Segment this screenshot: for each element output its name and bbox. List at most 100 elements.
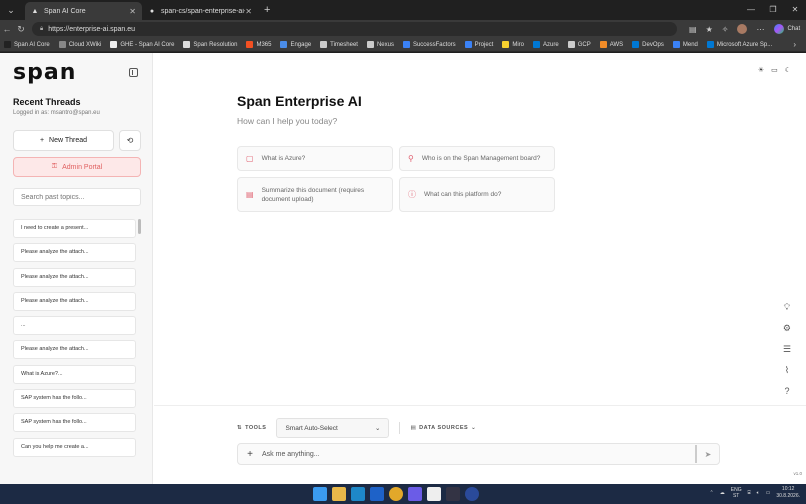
bookmark-item[interactable]: AWS bbox=[599, 41, 623, 48]
favorite-icon[interactable]: ★ bbox=[706, 25, 713, 34]
collapse-sidebar-icon[interactable] bbox=[129, 68, 138, 77]
back-icon[interactable]: ← bbox=[0, 24, 14, 34]
sidebar-scrollbar[interactable] bbox=[138, 219, 141, 234]
close-tab-icon[interactable]: ✕ bbox=[129, 7, 136, 16]
bookmark-favicon-icon bbox=[632, 41, 640, 48]
more-bookmarks-icon[interactable]: › bbox=[793, 40, 796, 49]
new-tab-icon[interactable]: + bbox=[264, 4, 270, 16]
app-b-icon[interactable] bbox=[446, 487, 460, 501]
suggestion-card[interactable]: ⓘ What can this platform do? bbox=[399, 177, 555, 212]
network-icon[interactable]: ⌸ bbox=[748, 490, 751, 496]
chat-input-placeholder[interactable]: Ask me anything... bbox=[262, 451, 695, 458]
bookmark-item[interactable]: GHE - Span AI Core bbox=[110, 41, 174, 48]
app-c-icon[interactable] bbox=[465, 487, 479, 501]
data-sources-button[interactable]: ▤ DATA SOURCES ⌄ bbox=[410, 425, 476, 431]
sliders-icon[interactable]: ☰ bbox=[783, 343, 791, 355]
bookmark-item[interactable]: Mend bbox=[672, 41, 698, 48]
suggestion-card[interactable]: ⚲ Who is on the Span Management board? bbox=[399, 146, 555, 171]
bookmark-item[interactable]: Span AI Core bbox=[4, 41, 50, 48]
attach-plus-icon[interactable]: + bbox=[238, 449, 262, 460]
dark-theme-icon[interactable]: ☾ bbox=[785, 66, 791, 74]
clock[interactable]: 10:12 30.8.2026. bbox=[776, 486, 800, 500]
bookmark-item[interactable]: Project bbox=[464, 41, 493, 48]
bookmark-item[interactable]: DevOps bbox=[632, 41, 664, 48]
suggestion-card[interactable]: ▢ What is Azure? bbox=[237, 146, 393, 171]
bookmark-item[interactable]: Microsoft Azure Sp... bbox=[706, 41, 772, 48]
refresh-icon[interactable]: ↻ bbox=[14, 24, 28, 35]
tab-label: span-cs/span-enterprise-ai-core bbox=[161, 7, 246, 15]
thread-item[interactable]: SAP system has the follo... bbox=[13, 389, 136, 409]
bookmark-item[interactable]: Timesheet bbox=[320, 41, 358, 48]
tab-actions-icon[interactable]: ⌄ bbox=[3, 2, 19, 18]
onedrive-icon[interactable]: ☁ bbox=[720, 490, 725, 496]
thread-item[interactable]: Can you help me create a... bbox=[13, 437, 136, 457]
extensions-icon[interactable]: ✧ bbox=[722, 25, 729, 34]
send-icon[interactable]: ➤ bbox=[697, 450, 719, 459]
app-a-icon[interactable] bbox=[427, 487, 441, 501]
bookmark-favicon-icon bbox=[246, 41, 254, 48]
os-taskbar: ⌃ ☁ ENG ST ⌸ 🔈︎ ▭ 10:12 30.8.2026. bbox=[0, 484, 806, 504]
thread-item[interactable]: What is Azure?... bbox=[13, 364, 136, 384]
chat-input-box[interactable]: + Ask me anything... ➤ bbox=[237, 443, 720, 465]
thread-item[interactable]: Please analyze the attach... bbox=[13, 340, 136, 360]
thread-item[interactable]: I need to create a present... bbox=[13, 219, 136, 238]
bookmark-favicon-icon bbox=[4, 41, 11, 48]
admin-portal-button[interactable]: ⚿ Admin Portal bbox=[13, 157, 141, 177]
bookmark-favicon-icon bbox=[366, 41, 374, 48]
search-topics-input[interactable] bbox=[13, 188, 141, 206]
outlook-icon[interactable] bbox=[370, 487, 384, 501]
chrome-icon[interactable] bbox=[389, 487, 403, 501]
model-select[interactable]: Smart Auto-Select ⌄ bbox=[276, 418, 390, 438]
thread-item[interactable]: SAP system has the follo... bbox=[13, 413, 136, 433]
thread-item[interactable]: Please analyze the attach... bbox=[13, 243, 136, 263]
bookmark-item[interactable]: GCP bbox=[567, 41, 591, 48]
system-theme-icon[interactable]: ▭ bbox=[771, 66, 778, 74]
browser-tab-active[interactable]: ▲ Span AI Core ✕ bbox=[25, 2, 142, 20]
lightbulb-icon[interactable]: 💡︎ bbox=[783, 301, 791, 313]
volume-icon[interactable]: 🔈︎ bbox=[757, 490, 760, 496]
tray-chevron-icon[interactable]: ⌃ bbox=[710, 490, 714, 496]
page-subtitle: How can I help you today? bbox=[237, 116, 338, 126]
url-field[interactable]: 🔒︎ https://enterprise-ai.span.eu bbox=[32, 22, 677, 36]
file-explorer-icon[interactable] bbox=[332, 487, 346, 501]
profile-avatar[interactable] bbox=[737, 24, 748, 34]
bookmark-item[interactable]: Cloud XWiki bbox=[58, 41, 101, 48]
tools-button[interactable]: ⇅ TOOLS bbox=[237, 425, 266, 431]
bookmark-item[interactable]: Engage bbox=[280, 41, 311, 48]
bookmark-item[interactable]: Span Resolution bbox=[183, 41, 237, 48]
start-icon[interactable] bbox=[313, 487, 327, 501]
suggestion-card[interactable]: ▤ Summarize this document (requires docu… bbox=[237, 177, 393, 212]
settings-icon[interactable]: ⚙ bbox=[783, 322, 791, 334]
bookmark-item[interactable]: Azure bbox=[533, 41, 559, 48]
thread-item[interactable]: ... bbox=[13, 316, 136, 336]
chevron-down-icon: ⌄ bbox=[471, 425, 477, 431]
thread-item[interactable]: Please analyze the attach... bbox=[13, 291, 136, 311]
main-panel: ☀ ▭ ☾ Span Enterprise AI How can I help … bbox=[154, 53, 806, 484]
teams-icon[interactable] bbox=[408, 487, 422, 501]
bookmark-item[interactable]: M365 bbox=[246, 41, 271, 48]
more-icon[interactable]: ⋯ bbox=[756, 25, 764, 34]
minimize-icon[interactable]: — bbox=[740, 0, 762, 20]
bookmark-item[interactable]: SuccessFactors bbox=[402, 41, 456, 48]
battery-icon[interactable]: ▭ bbox=[766, 490, 771, 496]
bookmarks-bar: Span AI Core Cloud XWiki GHE - Span AI Cor… bbox=[0, 38, 806, 52]
bookmark-item[interactable]: Nexus bbox=[366, 41, 394, 48]
bookmark-label: GHE - Span AI Core bbox=[120, 41, 175, 48]
bookmark-label: Miro bbox=[512, 41, 525, 48]
copilot-button[interactable]: Chat bbox=[774, 24, 800, 34]
new-thread-button[interactable]: + New Thread bbox=[13, 130, 114, 151]
language-indicator[interactable]: ENG ST bbox=[731, 487, 742, 499]
bookmark-favicon-icon bbox=[672, 41, 680, 48]
chart-icon[interactable]: ⌇ bbox=[783, 364, 791, 376]
restore-icon[interactable]: ❐ bbox=[762, 0, 784, 20]
refresh-threads-button[interactable]: ⟲ bbox=[119, 130, 141, 151]
thread-item[interactable]: Please analyze the attach... bbox=[13, 267, 136, 287]
light-theme-icon[interactable]: ☀ bbox=[758, 66, 764, 74]
bookmark-item[interactable]: Miro bbox=[502, 41, 524, 48]
reader-icon[interactable]: ▤ bbox=[689, 25, 697, 34]
browser-tab[interactable]: ● span-cs/span-enterprise-ai-core ✕ bbox=[142, 2, 258, 20]
close-window-icon[interactable]: ✕ bbox=[784, 0, 806, 20]
help-icon[interactable]: ? bbox=[783, 385, 791, 397]
close-tab-icon[interactable]: ✕ bbox=[245, 7, 252, 16]
edge-icon[interactable] bbox=[351, 487, 365, 501]
